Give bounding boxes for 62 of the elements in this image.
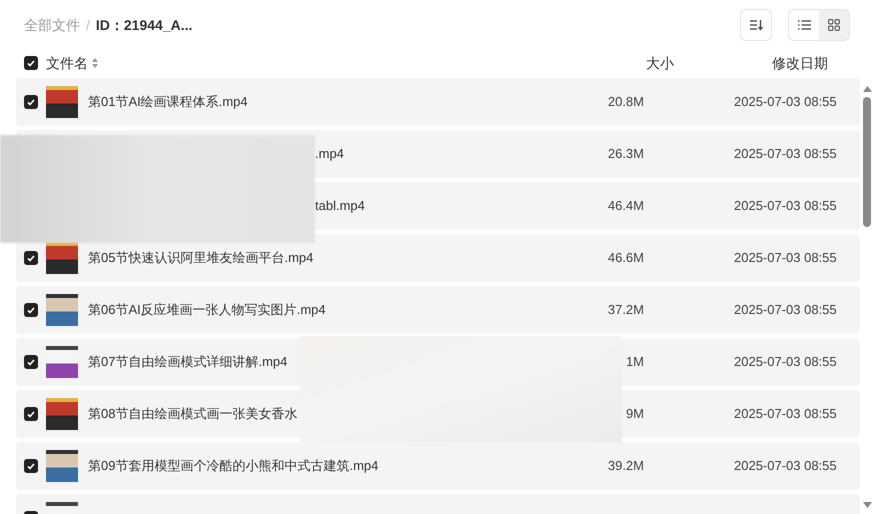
file-name: .mp4 [315,145,345,164]
scroll-up-icon[interactable] [862,86,872,92]
modified-date: 2025-07-03 08:55 [734,301,837,320]
file-name: 第09节套用模型画个冷酷的小熊和中式古建筑.mp4 [88,457,380,476]
scrollbar-thumb[interactable] [863,97,871,227]
file-size: 20.8M [606,93,644,112]
modified-date: 2025-07-03 08:55 [734,405,837,424]
modified-date: 2025-07-03 08:55 [734,197,837,216]
column-header: 大小 [646,54,675,72]
checkmark-icon [27,98,35,106]
checkmark-icon [27,60,35,66]
modified-date: 2025-07-03 08:55 [734,457,837,476]
scroll-down-icon[interactable] [862,502,872,508]
row-checkbox[interactable] [24,459,38,473]
video-thumbnail [46,346,78,378]
file-name: 第08节自由绘画模式画一张美女香水 [88,405,298,424]
file-row[interactable]: 第09节套用模型画个冷酷的小熊和中式古建筑.mp4 39.2M 2025-07-03 08:55 [16,442,860,490]
file-name: 第07节自由绘画模式详细讲解.mp4 [88,353,288,372]
file-size: 46.6M [606,249,644,268]
video-thumbnail [46,450,78,482]
file-size: 1M [624,353,644,372]
row-checkbox[interactable] [24,95,38,109]
list-icon [798,20,810,30]
view-mode-button[interactable] [789,10,819,40]
row-checkbox[interactable] [24,251,38,265]
file-name: tabl.mp4 [315,197,366,216]
video-thumbnail [46,242,78,274]
checkmark-icon [27,410,35,418]
file-size: 37.2M [606,301,644,320]
file-name: 第06节AI反应堆画一张人物写实图片.mp4 [88,301,327,320]
file-row[interactable]: 第05节快速认识阿里堆友绘画平台.mp4 46.6M 2025-07-03 08:55 [16,234,860,282]
file-size: 26.3M [606,145,644,164]
file-name: 第01节AI绘画课程体系.mp4 [88,93,249,112]
modified-date: 2025-07-03 08:55 [734,145,837,164]
checkmark-icon [27,254,35,262]
file-row[interactable]: 第01节AI绘画课程体系.mp4 20.8M 2025-07-03 08:55 [16,78,860,126]
select-all-checkbox[interactable] [24,56,38,70]
column-header[interactable]: 文件名 [46,52,88,74]
file-size: 39.2M [606,457,644,476]
checkmark-icon [27,358,35,366]
sort-icon[interactable] [92,58,98,68]
checkmark-icon [27,306,35,314]
modified-date: 2025-07-03 08:55 [734,93,837,112]
sort-button[interactable] [740,9,772,41]
video-thumbnail [46,294,78,326]
grid-icon [828,19,840,31]
row-checkbox[interactable] [24,303,38,317]
file-size: 9M [624,405,644,424]
modified-date: 2025-07-03 08:55 [734,249,837,268]
row-checkbox[interactable] [24,407,38,421]
file-size: 46.4M [606,197,644,216]
breadcrumb-separator: / [86,16,90,34]
breadcrumb-current: ID：21944_A... [96,16,192,34]
checkmark-icon [27,462,35,470]
video-thumbnail [46,86,78,118]
row-checkbox[interactable] [24,355,38,369]
video-thumbnail [46,398,78,430]
modified-date: 2025-07-03 08:55 [734,353,837,372]
file-row[interactable]: 第06节AI反应堆画一张人物写实图片.mp4 37.2M 2025-07-03 08:55 [16,286,860,334]
column-header: 修改日期 [772,54,829,72]
sort-icon [749,19,763,31]
file-name: 第05节快速认识阿里堆友绘画平台.mp4 [88,249,314,268]
